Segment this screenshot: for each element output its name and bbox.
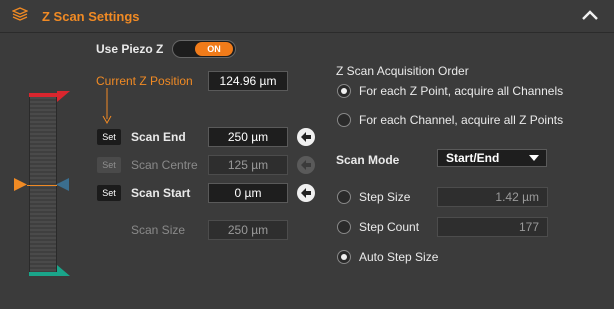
scan-end-marker[interactable]	[57, 91, 71, 103]
arrow-left-icon	[301, 132, 311, 142]
step-count-label[interactable]: Step Count	[359, 220, 419, 234]
scan-start-label: Scan Start	[131, 186, 191, 200]
down-arrow-icon	[102, 88, 112, 124]
step-size-field[interactable]: 1.42 µm	[437, 187, 548, 207]
acquisition-order-heading: Z Scan Acquisition Order	[336, 64, 469, 78]
caret-down-icon	[529, 155, 539, 161]
arrow-left-icon	[301, 160, 311, 170]
scan-end-line	[29, 93, 57, 97]
radio-channel-first-label[interactable]: For each Channel, acquire all Z Points	[359, 113, 563, 127]
radio-z-point-first[interactable]	[337, 84, 351, 98]
copy-current-to-centre-button[interactable]	[297, 156, 315, 174]
arrow-left-icon	[301, 188, 311, 198]
z-scan-settings-panel: Z Scan Settings Use Piezo Z ON Current Z…	[0, 0, 614, 309]
scan-start-marker[interactable]	[57, 265, 71, 277]
scan-size-field: 250 µm	[208, 220, 288, 240]
chevron-up-icon[interactable]	[580, 8, 600, 22]
radio-step-count[interactable]	[337, 220, 351, 234]
layers-stack-icon	[12, 7, 28, 21]
current-z-value: 124.96 µm	[208, 71, 288, 91]
scan-size-label: Scan Size	[131, 223, 186, 237]
current-z-label: Current Z Position	[96, 74, 193, 88]
use-piezo-label: Use Piezo Z	[96, 42, 164, 56]
radio-step-size[interactable]	[337, 190, 351, 204]
scan-centre-label: Scan Centre	[131, 158, 198, 172]
scan-end-label: Scan End	[131, 130, 186, 144]
set-scan-end-button[interactable]: Set	[97, 129, 121, 145]
scan-centre-field[interactable]: 125 µm	[208, 155, 288, 175]
step-count-field[interactable]: 177	[437, 217, 548, 237]
scan-centre-marker[interactable]	[56, 178, 70, 192]
radio-z-point-first-label[interactable]: For each Z Point, acquire all Channels	[359, 84, 563, 98]
piezo-toggle[interactable]: ON	[172, 40, 236, 58]
set-scan-centre-button[interactable]: Set	[97, 157, 121, 173]
panel-header[interactable]: Z Scan Settings	[0, 0, 614, 33]
toggle-on-indicator: ON	[195, 42, 233, 56]
radio-auto-step-size[interactable]	[337, 250, 351, 264]
panel-title: Z Scan Settings	[42, 9, 140, 24]
copy-current-to-start-button[interactable]	[297, 184, 315, 202]
step-size-label[interactable]: Step Size	[359, 190, 410, 204]
scan-start-field[interactable]: 0 µm	[208, 183, 288, 203]
auto-step-size-label[interactable]: Auto Step Size	[359, 250, 438, 264]
set-scan-start-button[interactable]: Set	[97, 185, 121, 201]
radio-channel-first[interactable]	[337, 113, 351, 127]
current-z-line	[27, 185, 57, 186]
scan-start-line	[29, 272, 57, 276]
scan-mode-selected: Start/End	[446, 151, 500, 165]
scan-mode-label: Scan Mode	[336, 153, 400, 167]
scan-end-field[interactable]: 250 µm	[208, 127, 288, 147]
scan-mode-dropdown[interactable]: Start/End	[437, 149, 547, 167]
copy-current-to-end-button[interactable]	[297, 128, 315, 146]
current-z-marker[interactable]	[14, 178, 28, 192]
